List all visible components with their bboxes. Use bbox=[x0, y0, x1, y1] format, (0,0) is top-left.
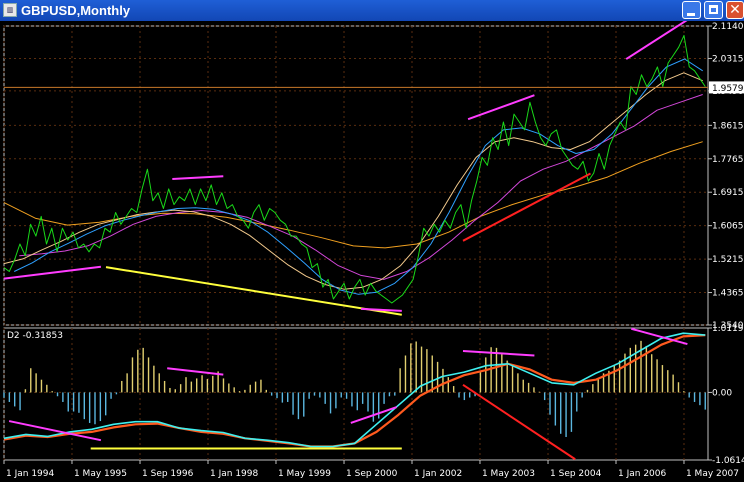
minimize-button[interactable] bbox=[682, 1, 701, 19]
price-trendline bbox=[467, 94, 535, 121]
time-axis-tick-label: 1 Jan 2002 bbox=[414, 469, 462, 479]
price-axis-tick-label: 1.5215 bbox=[712, 255, 744, 265]
time-axis-tick-label: 1 May 1995 bbox=[74, 469, 127, 479]
maximize-icon bbox=[709, 5, 718, 14]
price-axis-tick-label: 1.4365 bbox=[712, 289, 744, 299]
oscillator-axis-tick-label: 1.01192 bbox=[712, 324, 744, 334]
price-trendline bbox=[625, 21, 688, 60]
chart-window: ▥ GBPUSD,Monthly ✕ 2.11402.03151.94901.8… bbox=[0, 0, 744, 482]
gbpusd-monthly-chart[interactable]: 2.11402.03151.94901.86151.77651.69151.60… bbox=[0, 21, 744, 482]
time-axis-tick-label: 1 Jan 2006 bbox=[618, 469, 666, 479]
price-axis-tick-label: 1.8615 bbox=[712, 121, 744, 131]
oscillator-axis-tick-label: -1.06147 bbox=[712, 456, 744, 466]
title-bar[interactable]: ▥ GBPUSD,Monthly ✕ bbox=[0, 0, 744, 21]
oscillator-pane-frame bbox=[3, 327, 709, 461]
metatrader-chart-icon[interactable]: ▥ bbox=[3, 3, 17, 17]
time-axis-tick-label: 1 Sep 2004 bbox=[550, 469, 602, 479]
close-icon: ✕ bbox=[729, 2, 741, 18]
price-trendline bbox=[360, 307, 402, 312]
oscillator-title: D2 -0.31853 bbox=[7, 331, 63, 341]
price-line bbox=[3, 34, 706, 304]
time-axis-tick-label: 1 May 1999 bbox=[278, 469, 331, 479]
price-pane-frame bbox=[3, 25, 709, 326]
oscillator-signal-line bbox=[3, 332, 706, 448]
ma-mid-line bbox=[3, 72, 703, 290]
price-axis-tick-label: 1.7765 bbox=[712, 155, 744, 165]
price-axis-tick-label: 1.6065 bbox=[712, 222, 744, 232]
time-axis-tick-label: 1 Jan 1994 bbox=[6, 469, 54, 479]
current-price-label: 1.9579 bbox=[712, 84, 744, 94]
time-axis-tick-label: 1 Sep 2000 bbox=[346, 469, 398, 479]
price-axis-tick-label: 2.1140 bbox=[712, 22, 744, 32]
price-trendline bbox=[462, 172, 591, 242]
time-axis-tick-label: 1 May 2007 bbox=[686, 469, 739, 479]
minimize-icon bbox=[687, 13, 695, 16]
price-axis-tick-label: 2.0315 bbox=[712, 54, 744, 64]
oscillator-axis-tick-label: 0.00 bbox=[712, 388, 732, 398]
price-trendline bbox=[3, 265, 102, 280]
window-title: GBPUSD,Monthly bbox=[21, 3, 131, 18]
time-axis-tick-label: 1 May 2003 bbox=[482, 469, 535, 479]
oscillator-trendline bbox=[631, 327, 688, 346]
price-trendline bbox=[172, 175, 224, 181]
oscillator-trendline bbox=[167, 367, 224, 376]
maximize-button[interactable] bbox=[704, 1, 723, 19]
oscillator-trendline bbox=[462, 350, 535, 357]
price-axis-tick-label: 1.6915 bbox=[712, 188, 744, 198]
ma-slow-line bbox=[19, 94, 703, 280]
oscillator-line bbox=[3, 334, 706, 448]
time-axis-tick-label: 1 Jan 1998 bbox=[210, 469, 258, 479]
close-button[interactable]: ✕ bbox=[726, 1, 744, 19]
time-axis-tick-label: 1 Sep 1996 bbox=[142, 469, 194, 479]
